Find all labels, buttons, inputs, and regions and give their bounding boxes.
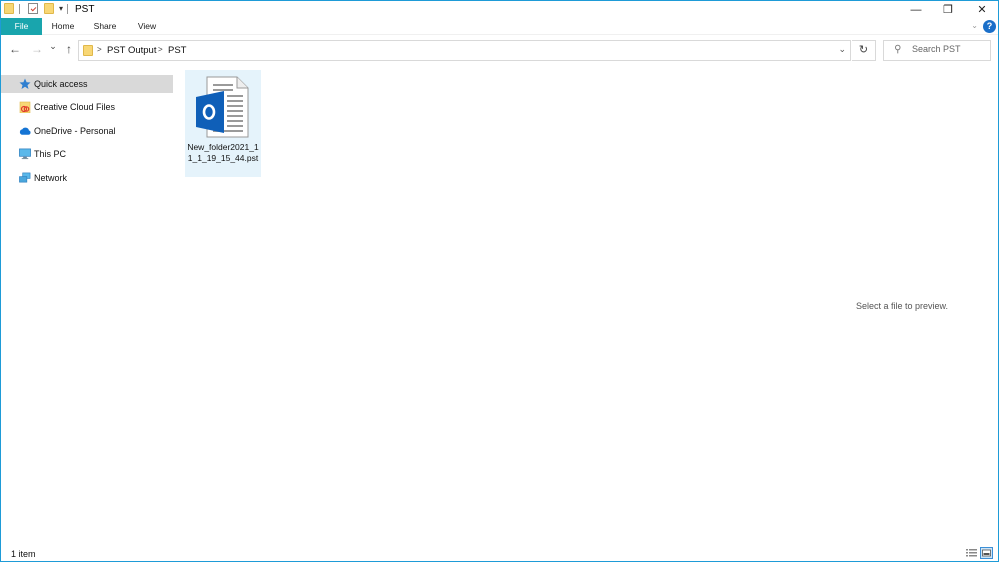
search-input[interactable] xyxy=(912,44,987,54)
address-dropdown-icon[interactable]: ⌄ xyxy=(838,44,846,55)
sidebar-item-quick-access[interactable]: Quick access xyxy=(1,75,173,93)
sidebar-item-label: Quick access xyxy=(34,79,88,89)
sidebar-item-onedrive[interactable]: OneDrive - Personal xyxy=(1,122,173,140)
breadcrumb-pst[interactable]: PST xyxy=(168,45,186,56)
item-count: 1 item xyxy=(11,549,36,559)
sidebar-item-network[interactable]: Network xyxy=(1,169,173,187)
details-view-button[interactable] xyxy=(965,547,978,559)
address-bar[interactable]: > PST Output > PST ⌄ xyxy=(78,40,851,61)
tab-file[interactable]: File xyxy=(1,18,42,35)
star-icon xyxy=(19,78,31,90)
back-button[interactable]: ← xyxy=(7,42,23,56)
navigation-pane: Quick access Creative Cloud Files OneDri… xyxy=(1,75,173,192)
maximize-button[interactable]: ❐ xyxy=(933,1,963,18)
minimize-button[interactable]: — xyxy=(901,1,931,18)
new-folder-icon[interactable] xyxy=(44,3,54,14)
file-list: New_folder2021_11_1_19_15_44.pst xyxy=(177,64,777,544)
up-button[interactable]: ↑ xyxy=(61,42,77,56)
status-bar: 1 item xyxy=(1,545,998,561)
search-box[interactable]: ⚲ xyxy=(883,40,991,61)
tab-share[interactable]: Share xyxy=(87,18,123,35)
sidebar-item-this-pc[interactable]: This PC xyxy=(1,145,173,163)
quick-access-toolbar: ▾ xyxy=(4,3,69,14)
breadcrumb-separator-icon[interactable]: > xyxy=(97,45,102,54)
file-name: New_folder2021_11_1_19_15_44.pst xyxy=(187,142,259,163)
file-explorer-window: ▾ PST — ❐ ✕ File Home Share View ⌄ ? ← →… xyxy=(0,0,999,562)
breadcrumb-separator-icon[interactable]: > xyxy=(158,45,163,54)
creative-cloud-icon xyxy=(19,101,31,114)
file-item[interactable]: New_folder2021_11_1_19_15_44.pst xyxy=(185,70,261,177)
tab-home[interactable]: Home xyxy=(45,18,81,35)
folder-icon xyxy=(83,45,93,56)
large-icons-view-button[interactable] xyxy=(980,547,993,559)
sidebar-item-creative-cloud[interactable]: Creative Cloud Files xyxy=(1,98,173,116)
sidebar-item-label: Creative Cloud Files xyxy=(34,102,116,113)
sidebar-item-label: OneDrive - Personal xyxy=(34,125,116,136)
close-button[interactable]: ✕ xyxy=(967,1,997,18)
sidebar-item-label: This PC xyxy=(34,149,67,160)
properties-icon[interactable] xyxy=(28,3,38,14)
navigation-bar: ← → ⌄ ↑ > PST Output > PST ⌄ ↻ ⚲ xyxy=(1,36,998,64)
cloud-icon xyxy=(19,125,31,137)
folder-icon xyxy=(4,3,14,14)
tab-view[interactable]: View xyxy=(129,18,165,35)
title-bar: ▾ PST — ❐ ✕ xyxy=(1,1,998,18)
monitor-icon xyxy=(19,148,31,160)
separator xyxy=(67,3,69,14)
sidebar-item-label: Network xyxy=(34,172,68,183)
preview-pane-message: Select a file to preview. xyxy=(856,301,949,311)
forward-button[interactable]: → xyxy=(29,42,45,56)
separator xyxy=(19,3,20,14)
breadcrumb-pst-output[interactable]: PST Output xyxy=(107,45,156,56)
network-icon xyxy=(19,172,31,184)
expand-ribbon-icon[interactable]: ⌄ xyxy=(971,21,978,30)
customize-toolbar-icon[interactable]: ▾ xyxy=(59,4,63,13)
search-icon: ⚲ xyxy=(894,44,902,55)
ribbon-tabs: File Home Share View ⌄ ? xyxy=(1,18,998,35)
outlook-pst-file-icon xyxy=(195,76,251,138)
help-icon[interactable]: ? xyxy=(983,20,996,33)
refresh-button[interactable]: ↻ xyxy=(852,40,876,61)
window-title: PST xyxy=(75,4,95,15)
recent-locations-button[interactable]: ⌄ xyxy=(45,41,61,52)
